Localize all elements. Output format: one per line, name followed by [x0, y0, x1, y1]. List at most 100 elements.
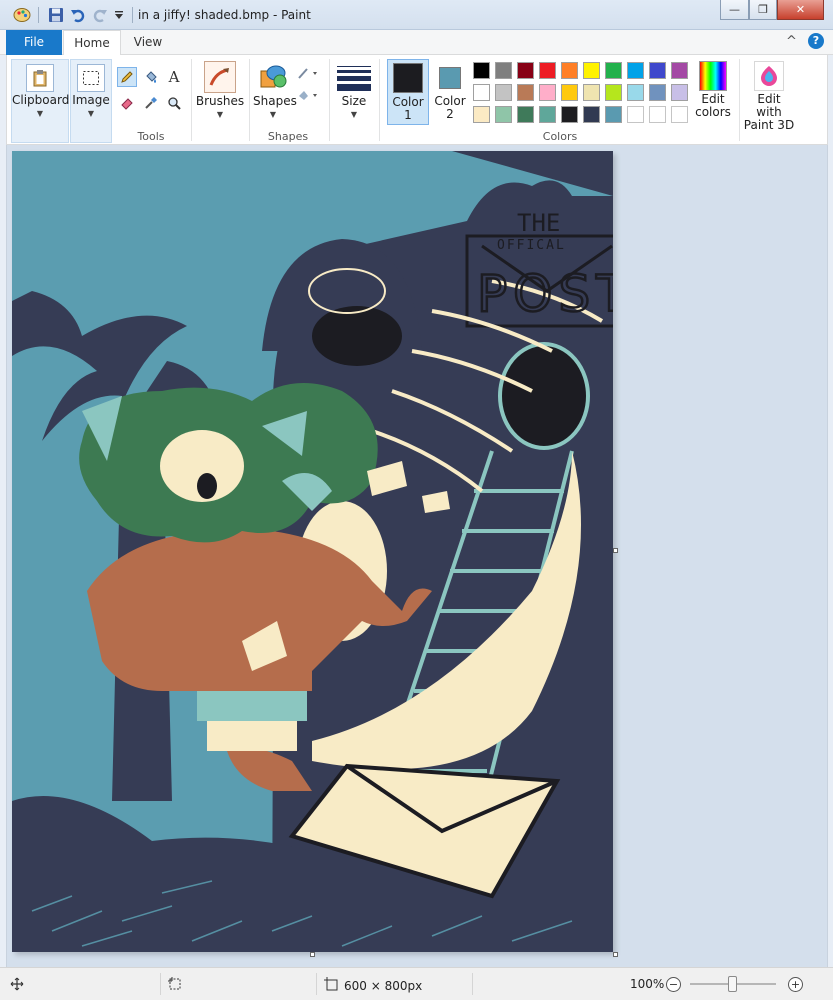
tab-file[interactable]: File [6, 30, 62, 55]
palette-swatch[interactable] [495, 62, 512, 79]
palette-swatch[interactable] [517, 106, 534, 123]
status-divider [316, 973, 317, 995]
palette-swatch[interactable] [561, 62, 578, 79]
restore-button[interactable]: ❐ [749, 0, 777, 20]
palette-swatch[interactable] [605, 106, 622, 123]
outline-icon[interactable] [295, 63, 321, 83]
resize-handle-right[interactable] [613, 548, 618, 553]
ribbon-separator [379, 59, 380, 141]
canvas-workspace[interactable]: THE OFFICAL POST [6, 145, 828, 967]
paint-app-icon[interactable] [12, 6, 32, 24]
fill-bucket-icon[interactable] [141, 67, 161, 87]
close-button[interactable]: ✕ [777, 0, 824, 20]
shapes-chevron-down-icon: ▼ [269, 110, 277, 119]
palette-swatch[interactable] [583, 62, 600, 79]
palette-swatch[interactable] [649, 62, 666, 79]
palette-swatch[interactable] [539, 84, 556, 101]
palette-swatch[interactable] [671, 106, 688, 123]
selection-size-icon [168, 977, 182, 991]
palette-swatch[interactable] [605, 62, 622, 79]
color-spectrum-icon [699, 61, 727, 91]
undo-icon[interactable] [68, 6, 88, 24]
palette-swatch[interactable] [627, 106, 644, 123]
collapse-ribbon-chevron-up-icon[interactable]: ^ [786, 34, 797, 49]
zoom-out-button[interactable]: − [666, 977, 681, 992]
pencil-icon[interactable] [117, 67, 137, 87]
shapes-icon [257, 61, 289, 93]
palette-swatch[interactable] [539, 106, 556, 123]
palette-swatch[interactable] [473, 62, 490, 79]
clipboard-button[interactable]: Clipboard ▼ [11, 59, 69, 143]
resize-handle-bottom[interactable] [310, 952, 315, 957]
palette-swatch[interactable] [473, 106, 490, 123]
status-divider [472, 973, 473, 995]
brushes-button[interactable]: Brushes ▼ [195, 59, 245, 129]
edit-colors-button[interactable]: Edit colors [691, 59, 735, 129]
ribbon-home: Clipboard ▼ Image ▼ A Tools Brushes ▼ Sh… [6, 55, 828, 145]
color2-label-line2: 2 [446, 107, 454, 121]
palette-swatch[interactable] [605, 84, 622, 101]
palette-swatch[interactable] [539, 62, 556, 79]
palette-swatch[interactable] [517, 84, 534, 101]
zoom-slider-thumb[interactable] [728, 976, 737, 992]
color-picker-icon[interactable] [141, 93, 161, 113]
palette-swatch[interactable] [627, 84, 644, 101]
title-divider-2 [130, 6, 134, 24]
artwork: THE OFFICAL POST [12, 151, 613, 952]
palette-swatch[interactable] [561, 106, 578, 123]
palette-swatch[interactable] [561, 84, 578, 101]
zoom-level-text: 100% [630, 977, 665, 991]
text-tool-icon[interactable]: A [164, 67, 184, 87]
tools-group-label: Tools [137, 130, 165, 143]
line-size-icon [337, 63, 371, 93]
palette-swatch[interactable] [517, 62, 534, 79]
title-divider [36, 6, 40, 24]
status-divider [160, 973, 161, 995]
palette-swatch[interactable] [649, 84, 666, 101]
tab-home[interactable]: Home [63, 30, 121, 56]
customize-toolbar-chevron-down-icon[interactable] [112, 6, 126, 24]
image-dimensions-text: 600 × 800px [344, 978, 423, 993]
tab-view[interactable]: View [121, 30, 175, 55]
ribbon-tabs: File Home View ^ ? [0, 30, 833, 56]
save-icon[interactable] [46, 6, 66, 24]
palette-swatch[interactable] [473, 84, 490, 101]
size-chevron-down-icon: ▼ [350, 110, 358, 119]
minimize-button[interactable]: — [720, 0, 749, 20]
palette-swatch[interactable] [671, 62, 688, 79]
brushes-label: Brushes [195, 94, 245, 108]
image-label: Image [72, 93, 110, 107]
redo-icon[interactable] [90, 6, 110, 24]
edit-with-paint3d-button[interactable]: Edit with Paint 3D [743, 59, 795, 132]
eraser-icon[interactable] [117, 93, 137, 113]
palette-swatch[interactable] [583, 84, 600, 101]
fill-icon[interactable] [295, 85, 321, 105]
shapes-button[interactable]: Shapes ▼ [253, 59, 297, 129]
help-icon[interactable]: ? [808, 33, 824, 49]
size-label: Size [341, 94, 367, 108]
zoom-in-button[interactable]: + [788, 977, 803, 992]
sign-offical-text: OFFICAL [497, 238, 566, 253]
ribbon-separator [739, 59, 740, 141]
palette-swatch[interactable] [495, 84, 512, 101]
size-button[interactable]: Size ▼ [333, 59, 375, 129]
drawing-canvas[interactable]: THE OFFICAL POST [12, 151, 613, 952]
color1-button[interactable]: Color 1 [387, 59, 429, 125]
image-button[interactable]: Image ▼ [70, 59, 112, 143]
sign-post-text: POST [477, 265, 613, 323]
palette-swatch[interactable] [671, 84, 688, 101]
magnifier-icon[interactable] [164, 93, 184, 113]
resize-handle-corner[interactable] [613, 952, 618, 957]
palette-swatch[interactable] [627, 62, 644, 79]
palette-swatch[interactable] [649, 106, 666, 123]
palette-swatch[interactable] [495, 106, 512, 123]
edit-colors-label-line2: colors [695, 105, 731, 119]
clipboard-chevron-down-icon: ▼ [36, 109, 44, 118]
ribbon-separator [249, 59, 250, 141]
palette-swatch[interactable] [583, 106, 600, 123]
color2-button[interactable]: Color 2 [431, 59, 469, 125]
clipboard-label: Clipboard [12, 93, 70, 107]
title-bar: in a jiffy! shaded.bmp - Paint — ❐ ✕ [0, 0, 833, 30]
cursor-position-icon [10, 977, 24, 991]
color1-label-line2: 1 [404, 108, 412, 122]
